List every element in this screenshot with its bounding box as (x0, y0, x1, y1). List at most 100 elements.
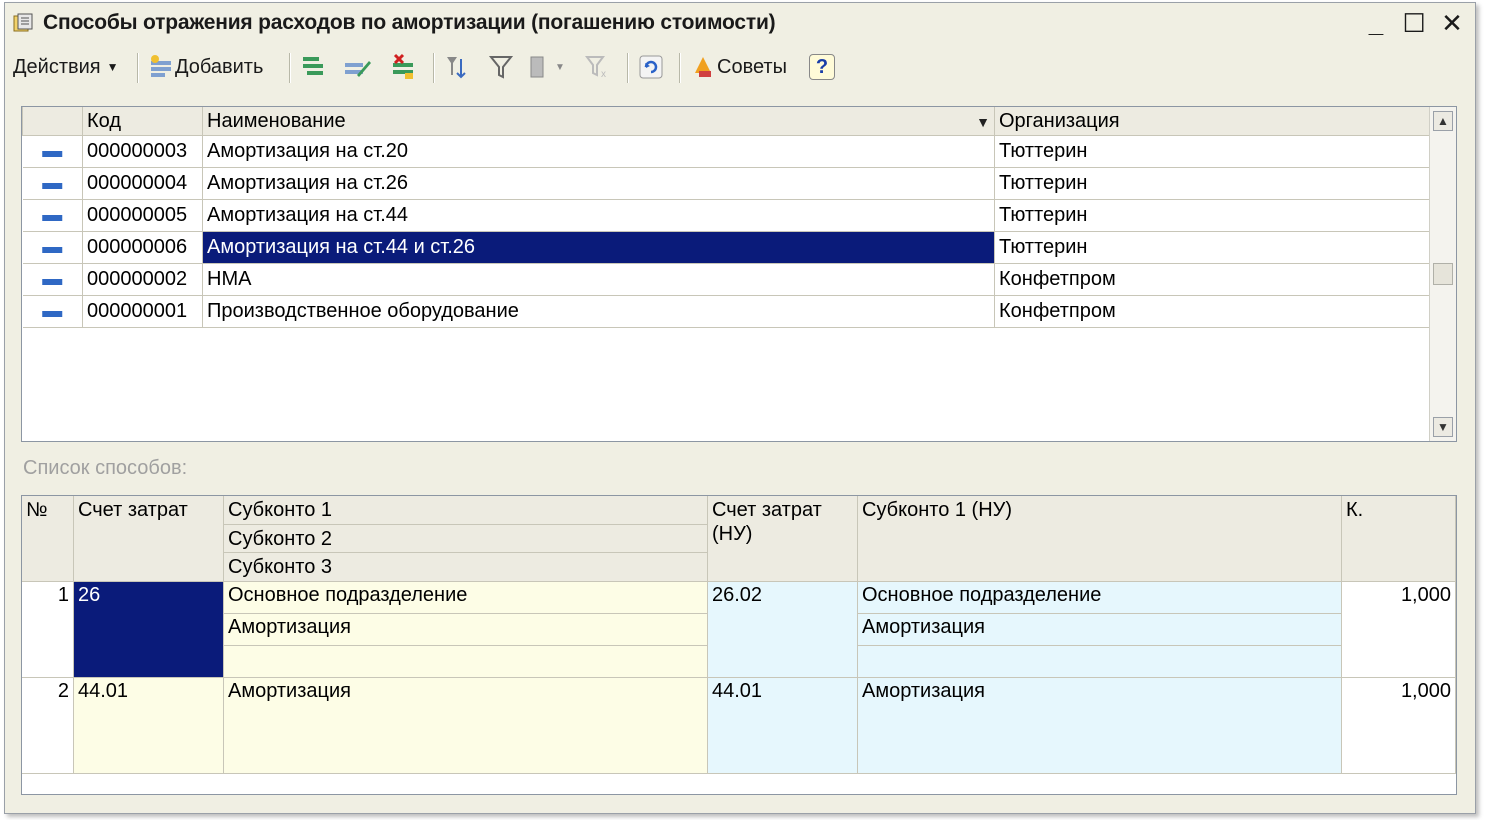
scroll-thumb[interactable] (1433, 263, 1453, 285)
cell-organization[interactable]: Конфетпром (994, 295, 1431, 328)
row2-subconto1-nu[interactable]: Амортизация (858, 678, 1342, 774)
window-title: Способы отражения расходов по амортизаци… (43, 11, 776, 34)
sort-button[interactable] (443, 51, 471, 83)
minimize-button[interactable]: _ (1361, 9, 1391, 37)
maximize-button[interactable]: ☐ (1399, 9, 1429, 37)
cell-name[interactable]: Амортизация на ст.44 и ст.26 (202, 231, 995, 264)
marker-column-header[interactable] (22, 107, 83, 136)
sort-icon (447, 57, 466, 79)
filter-list-button[interactable]: ▼ (527, 51, 565, 83)
row1-subconto3[interactable] (224, 646, 708, 678)
row2-k[interactable]: 1,000 (1342, 678, 1456, 774)
table-row[interactable]: ▬ 000000004 Амортизация на ст.26 Тюттерин (22, 167, 1431, 200)
row2-account-nu[interactable]: 44.01 (708, 678, 858, 774)
row1-account-nu[interactable]: 26.02 (708, 582, 858, 678)
clear-filter-button[interactable]: x (583, 51, 611, 83)
filter-button[interactable] (487, 51, 515, 83)
svg-text:x: x (601, 69, 606, 80)
scroll-down-button[interactable]: ▼ (1433, 417, 1453, 437)
actions-menu-button[interactable]: Действия ▼ (13, 51, 119, 83)
add-icon (151, 55, 171, 77)
cell-organization[interactable]: Тюттерин (994, 135, 1431, 168)
header-account-nu[interactable]: Счет затрат (НУ) (708, 496, 858, 582)
row1-subconto1-nu[interactable]: Основное подразделение (858, 582, 1342, 614)
toolbar-separator (137, 53, 139, 83)
cell-name[interactable]: Производственное оборудование (202, 295, 995, 328)
sort-descending-icon: ▼ (976, 113, 990, 130)
toolbar-separator (433, 53, 435, 83)
cell-code[interactable]: 000000002 (82, 263, 203, 296)
row1-subconto2-nu[interactable]: Амортизация (858, 614, 1342, 646)
vertical-scrollbar[interactable]: ▲ ▼ (1429, 107, 1456, 441)
table-row[interactable]: ▬ 000000001 Производственное оборудование К… (22, 295, 1431, 328)
row1-subconto3-nu[interactable] (858, 646, 1342, 678)
clear-filter-icon: x (585, 56, 606, 80)
cell-name[interactable]: Амортизация на ст.44 (202, 199, 995, 232)
cell-code[interactable]: 000000005 (82, 199, 203, 232)
delete-mark-icon (393, 53, 413, 79)
catalog-item-icon: ▬ (22, 231, 83, 264)
column-header-name[interactable]: Наименование ▼ (202, 107, 995, 136)
header-num[interactable]: № (22, 496, 74, 582)
row2-subconto1[interactable]: Амортизация (224, 678, 708, 774)
cell-organization[interactable]: Тюттерин (994, 199, 1431, 232)
methods-table: № Счет затрат Субконто 1 Субконто 2 Субк… (21, 495, 1457, 795)
row2-account[interactable]: 44.01 (74, 678, 224, 774)
copy-button[interactable] (299, 51, 327, 83)
catalog-icon (13, 13, 33, 32)
header-subconto1-nu[interactable]: Субконто 1 (НУ) (858, 496, 1342, 582)
row2-num[interactable]: 2 (22, 678, 74, 774)
column-header-code[interactable]: Код (82, 107, 203, 136)
refresh-button[interactable] (637, 51, 665, 83)
catalog-item-icon: ▬ (22, 199, 83, 232)
cell-code[interactable]: 000000001 (82, 295, 203, 328)
cell-code[interactable]: 000000004 (82, 167, 203, 200)
catalog-table: Код Наименование ▼ Организация ▬ 000000003… (22, 107, 1431, 421)
cell-organization[interactable]: Тюттерин (994, 167, 1431, 200)
row1-num[interactable]: 1 (22, 582, 74, 678)
cell-name[interactable]: Амортизация на ст.26 (202, 167, 995, 200)
tips-button[interactable]: Советы (689, 51, 787, 83)
header-subconto2[interactable]: Субконто 2 (224, 525, 708, 553)
table-row[interactable]: ▬ 000000005 Амортизация на ст.44 Тюттерин (22, 199, 1431, 232)
header-subconto3[interactable]: Субконто 3 (224, 553, 708, 582)
row1-k[interactable]: 1,000 (1342, 582, 1456, 678)
table-row[interactable]: ▬ 000000003 Амортизация на ст.20 Тюттерин (22, 135, 1431, 168)
main-window: Способы отражения расходов по амортизаци… (4, 2, 1476, 814)
cell-name[interactable]: Амортизация на ст.20 (202, 135, 995, 168)
header-account[interactable]: Счет затрат (74, 496, 224, 582)
table-row[interactable]: ▬ 000000002 НМА Конфетпром (22, 263, 1431, 296)
add-button[interactable]: Добавить (147, 51, 263, 83)
toolbar-separator (627, 53, 629, 83)
help-icon: ? (809, 54, 835, 80)
scroll-up-button[interactable]: ▲ (1433, 111, 1453, 131)
close-button[interactable]: ✕ (1437, 9, 1467, 37)
header-k[interactable]: К. (1342, 496, 1456, 582)
table-row[interactable]: ▬ 000000006 Амортизация на ст.44 и ст.26 Тю… (22, 231, 1431, 264)
empty-row (23, 359, 1431, 390)
edit-button[interactable] (343, 51, 371, 83)
row1-account[interactable]: 26 (74, 582, 224, 678)
empty-row (23, 390, 1431, 421)
cell-name[interactable]: НМА (202, 263, 995, 296)
column-header-organization[interactable]: Организация (994, 107, 1431, 136)
filter-icon (488, 56, 514, 79)
filter-list-icon (530, 56, 544, 78)
help-button[interactable]: ? (809, 51, 835, 83)
cell-organization[interactable]: Конфетпром (994, 263, 1431, 296)
delete-button[interactable] (389, 51, 417, 83)
cell-code[interactable]: 000000006 (82, 231, 203, 264)
row1-subconto2[interactable]: Амортизация (224, 614, 708, 646)
header-subconto1[interactable]: Субконто 1 (224, 496, 708, 525)
cell-code[interactable]: 000000003 (82, 135, 203, 168)
tips-label: Советы (717, 55, 787, 78)
dropdown-arrow-icon: ▼ (555, 61, 565, 73)
toolbar: Действия ▼ Добавить ▼ x Советы ? (5, 47, 1475, 89)
row1-subconto1[interactable]: Основное подразделение (224, 582, 708, 614)
catalog-item-icon: ▬ (22, 167, 83, 200)
catalog-item-icon: ▬ (22, 135, 83, 168)
toolbar-separator (679, 53, 681, 83)
list-caption: Список способов: (23, 457, 188, 479)
column-header-name-label: Наименование (207, 109, 346, 132)
cell-organization[interactable]: Тюттерин (994, 231, 1431, 264)
